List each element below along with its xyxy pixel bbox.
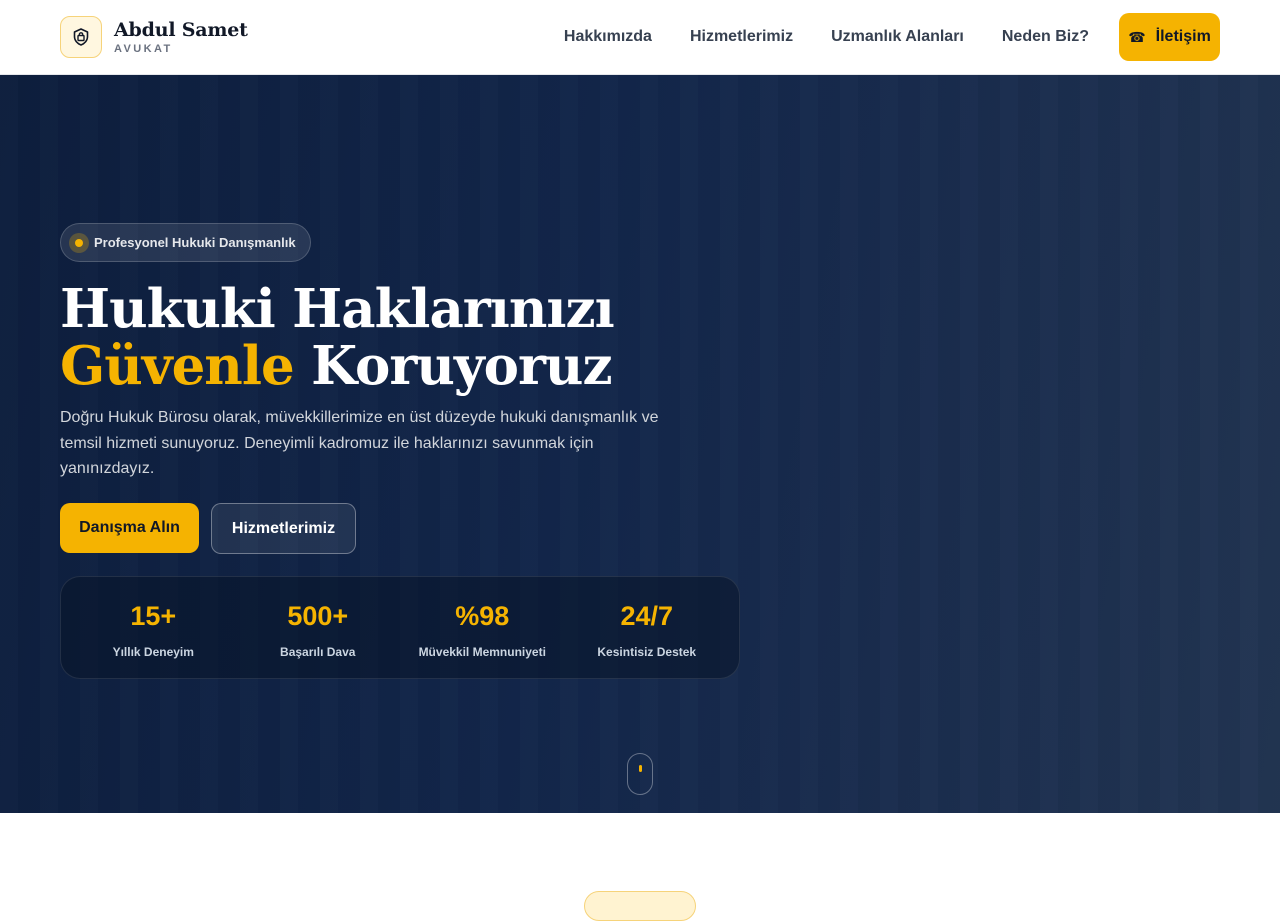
stat-item: 500+ Başarılı Dava — [236, 577, 401, 678]
brand-subtitle: AVUKAT — [114, 43, 173, 55]
brand-name: Abdul Samet — [114, 19, 248, 41]
contact-button-label: İletişim — [1155, 28, 1211, 45]
hero-badge: Profesyonel Hukuki Danışmanlık — [60, 223, 311, 262]
nav-link-about[interactable]: Hakkımızda — [564, 28, 652, 46]
hero-title: Hukuki Haklarınızı Güvenle Koruyoruz — [60, 281, 760, 395]
next-section — [0, 813, 1280, 921]
consultation-button[interactable]: Danışma Alın — [60, 503, 199, 553]
stat-label: Yıllık Deneyim — [112, 645, 194, 659]
stat-label: Kesintisiz Destek — [597, 645, 697, 659]
main-nav: Hakkımızda Hizmetlerimiz Uzmanlık Alanla… — [564, 0, 1220, 74]
hero-title-line1: Hukuki Haklarınızı — [60, 278, 615, 340]
stat-value: 15+ — [130, 601, 177, 631]
nav-link-expertise[interactable]: Uzmanlık Alanları — [831, 28, 964, 46]
brand-text: Abdul Samet AVUKAT — [114, 19, 248, 55]
stats-panel: 15+ Yıllık Deneyim 500+ Başarılı Dava %9… — [60, 576, 740, 679]
dot-icon — [69, 232, 89, 253]
nav-link-why-us[interactable]: Neden Biz? — [1002, 28, 1089, 46]
phone-icon: ☎ — [1128, 28, 1146, 45]
stat-label: Başarılı Dava — [280, 645, 356, 659]
services-button[interactable]: Hizmetlerimiz — [211, 503, 356, 554]
hero-title-accent: Güvenle — [60, 335, 295, 397]
hero-description: Doğru Hukuk Bürosu olarak, müvekkillerim… — [60, 409, 659, 477]
hero-title-rest: Koruyoruz — [293, 335, 612, 397]
stat-value: 500+ — [287, 601, 349, 631]
contact-button[interactable]: ☎ İletişim — [1119, 13, 1220, 61]
brand[interactable]: Abdul Samet AVUKAT — [60, 16, 248, 58]
scroll-down-icon[interactable] — [627, 753, 653, 795]
hero-section: Profesyonel Hukuki Danışmanlık Hukuki Ha… — [0, 75, 1280, 813]
stat-item: 24/7 Kesintisiz Destek — [565, 577, 730, 678]
stat-item: %98 Müvekkil Memnuniyeti — [400, 577, 565, 678]
section-badge — [584, 891, 696, 921]
stat-value: %98 — [455, 601, 510, 631]
stat-value: 24/7 — [620, 601, 674, 631]
shield-icon — [60, 16, 102, 58]
nav-link-services[interactable]: Hizmetlerimiz — [690, 28, 793, 46]
hero-badge-text: Profesyonel Hukuki Danışmanlık — [94, 235, 296, 250]
stat-item: 15+ Yıllık Deneyim — [71, 577, 236, 678]
site-header: Abdul Samet AVUKAT Hakkımızda Hizmetleri… — [0, 0, 1280, 75]
stat-label: Müvekkil Memnuniyeti — [418, 645, 546, 659]
